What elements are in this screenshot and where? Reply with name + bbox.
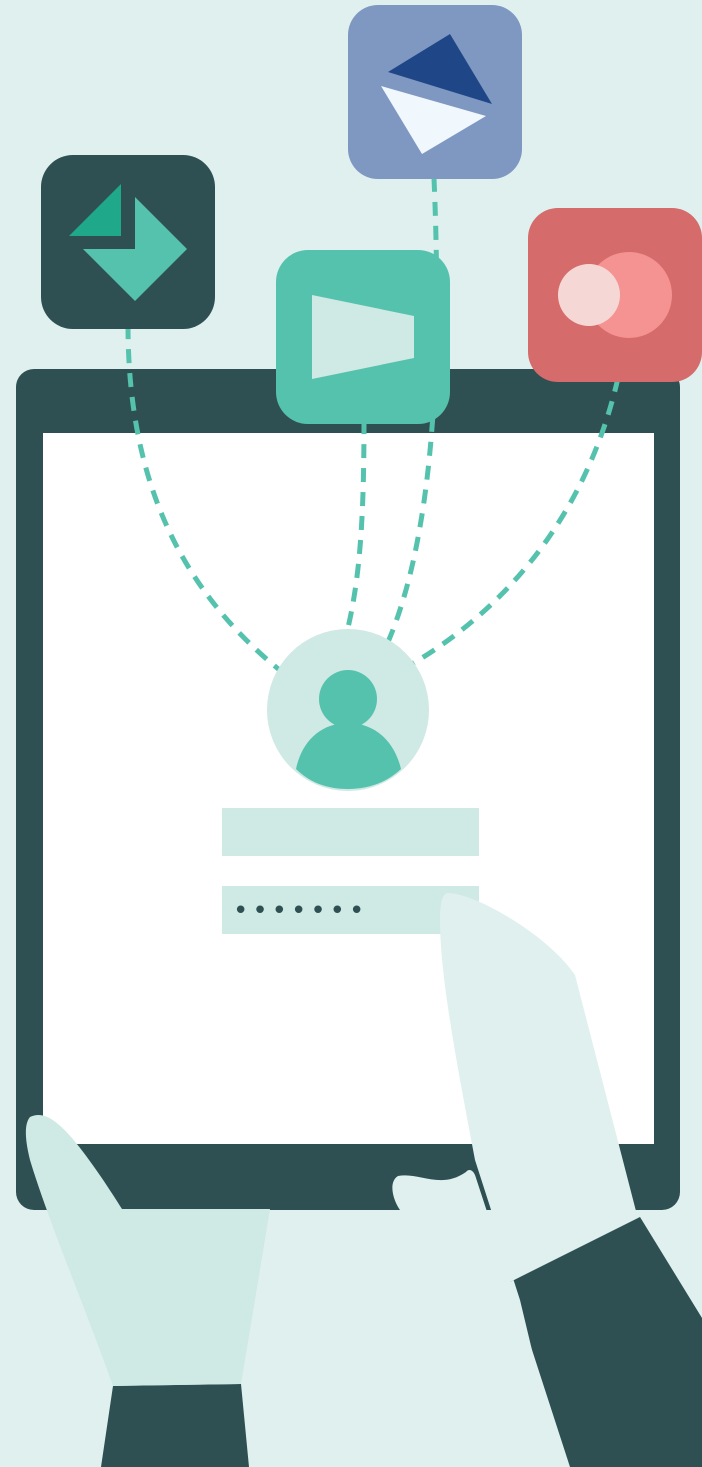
blue-app-icon[interactable]: [348, 5, 522, 179]
avatar: [267, 629, 429, 791]
green-app-icon-tile: [41, 155, 215, 329]
left-sleeve: [101, 1384, 249, 1467]
red-app-icon-small-circle: [558, 264, 620, 326]
login-illustration: [0, 0, 702, 1467]
blue-app-icon-tile: [348, 5, 522, 179]
teal-app-icon[interactable]: [276, 250, 450, 424]
username-field[interactable]: [222, 808, 479, 856]
green-app-icon[interactable]: [41, 155, 215, 329]
password-masked-text: •••••••: [233, 896, 369, 926]
red-app-icon[interactable]: [528, 208, 702, 382]
avatar-head: [319, 670, 377, 728]
